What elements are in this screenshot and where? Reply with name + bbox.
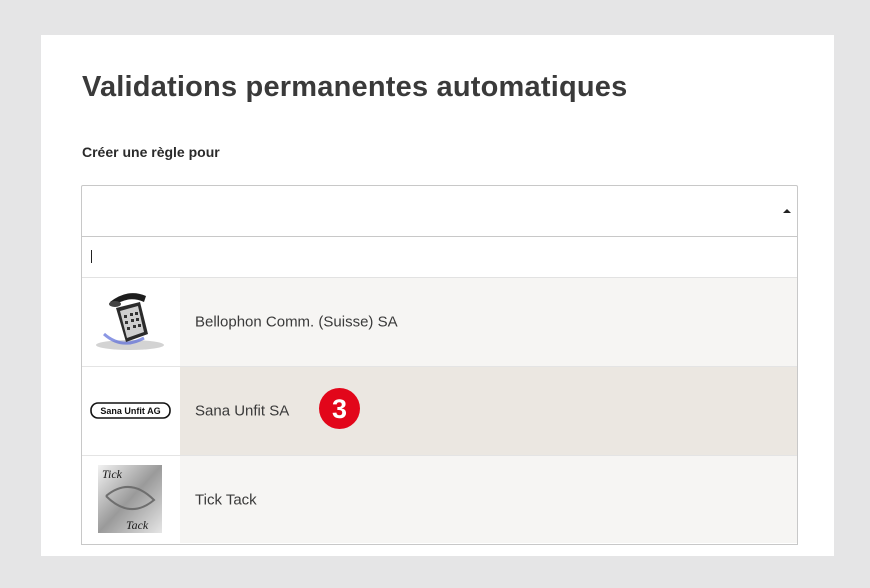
tick-tack-logo: Tick Tack xyxy=(82,456,180,543)
rule-panel: Validations permanentes automatiques Cré… xyxy=(41,35,834,556)
option-sana-unfit[interactable]: Sana Unfit AG Sana Unfit SA xyxy=(82,367,797,456)
option-tick-tack[interactable]: Tick Tack Tick Tack xyxy=(82,456,797,543)
sana-unfit-logo: Sana Unfit AG xyxy=(82,367,180,455)
option-label: Bellophon Comm. (Suisse) SA xyxy=(195,313,398,331)
company-select[interactable] xyxy=(81,185,798,237)
option-label: Tick Tack xyxy=(195,491,257,508)
svg-text:Tick: Tick xyxy=(102,467,123,481)
company-dropdown: Bellophon Comm. (Suisse) SA Sana Unfit A… xyxy=(81,237,798,545)
rule-field-label: Créer une règle pour xyxy=(82,144,220,160)
telephone-logo xyxy=(82,278,180,366)
svg-text:Sana Unfit AG: Sana Unfit AG xyxy=(100,406,160,416)
option-label: Sana Unfit SA xyxy=(195,402,290,420)
dropdown-search-input[interactable] xyxy=(88,247,788,267)
step-number-badge: 3 xyxy=(319,388,360,429)
dropdown-search-row xyxy=(82,237,797,278)
caret-up-icon[interactable] xyxy=(783,209,791,213)
page-title: Validations permanentes automatiques xyxy=(82,71,628,103)
svg-text:Tack: Tack xyxy=(126,518,149,532)
text-cursor xyxy=(91,250,92,263)
option-bellophon[interactable]: Bellophon Comm. (Suisse) SA xyxy=(82,278,797,367)
